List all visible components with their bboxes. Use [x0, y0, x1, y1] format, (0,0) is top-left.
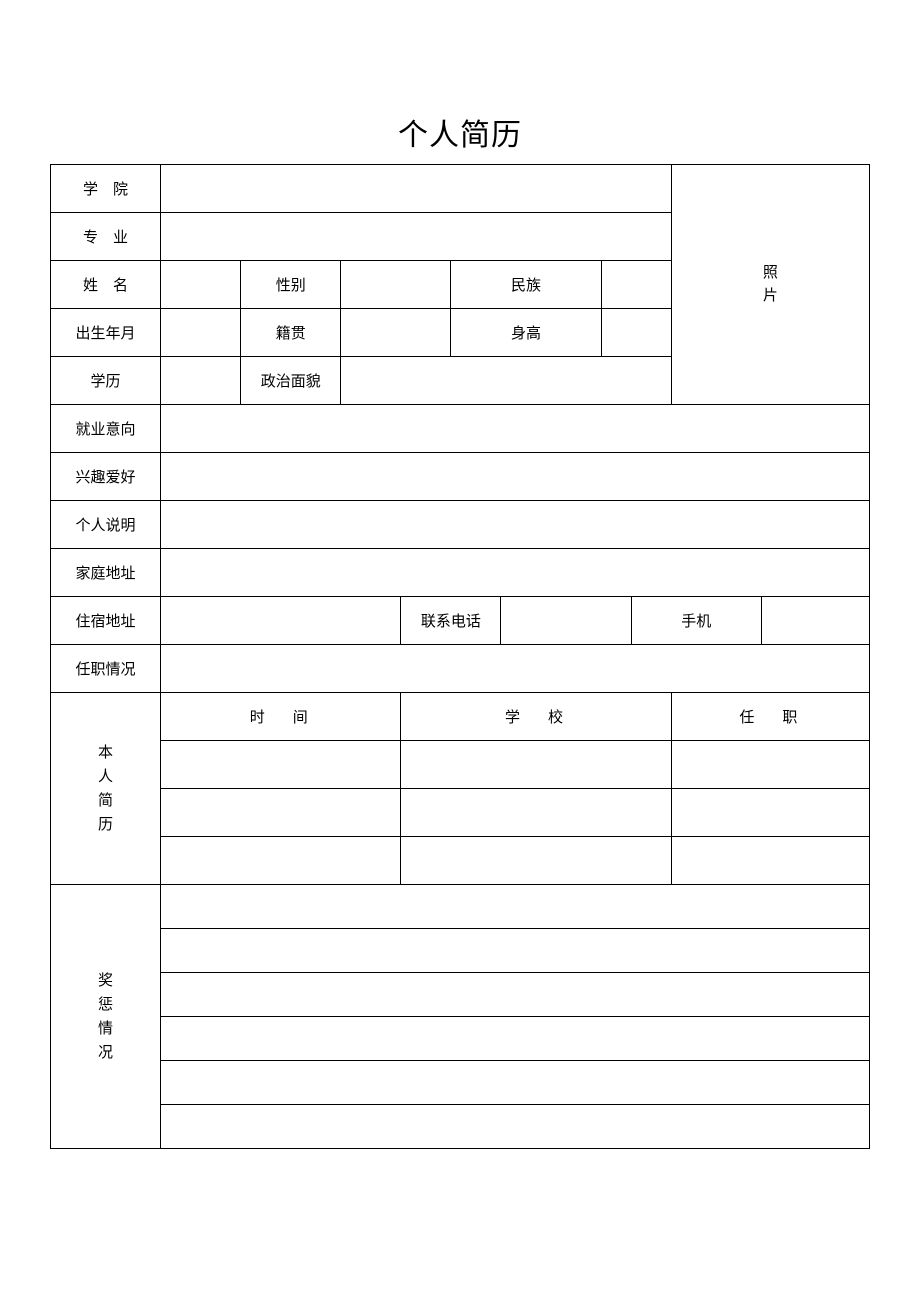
value-major — [161, 213, 672, 261]
photo-label-line2: 片 — [676, 285, 865, 308]
label-birth: 出生年月 — [51, 309, 161, 357]
rewards-label-line2: 惩 — [55, 993, 156, 1017]
label-rewards-punishment: 奖 惩 情 况 — [51, 885, 161, 1149]
photo-label-line1: 照 — [676, 262, 865, 285]
label-hobbies: 兴趣爱好 — [51, 453, 161, 501]
value-home-address — [161, 549, 870, 597]
history-header-school: 学校 — [401, 693, 671, 741]
history-row-time — [161, 837, 401, 885]
rewards-row — [161, 1105, 870, 1149]
label-gender: 性别 — [241, 261, 341, 309]
rewards-row — [161, 1017, 870, 1061]
history-row-post — [671, 789, 869, 837]
value-name — [161, 261, 241, 309]
history-row-time — [161, 741, 401, 789]
label-college: 学 院 — [51, 165, 161, 213]
history-row-post — [671, 741, 869, 789]
value-dorm-address — [161, 597, 401, 645]
rewards-row — [161, 929, 870, 973]
value-birth — [161, 309, 241, 357]
label-personal-history: 本 人 简 历 — [51, 693, 161, 885]
label-dorm-address: 住宿地址 — [51, 597, 161, 645]
rewards-label-line4: 况 — [55, 1041, 156, 1065]
value-hobbies — [161, 453, 870, 501]
value-native-place — [341, 309, 451, 357]
rewards-row — [161, 1061, 870, 1105]
history-row-post — [671, 837, 869, 885]
value-mobile — [761, 597, 869, 645]
value-gender — [341, 261, 451, 309]
label-phone: 联系电话 — [401, 597, 501, 645]
value-job-intention — [161, 405, 870, 453]
history-row-time — [161, 789, 401, 837]
photo-placeholder: 照 片 — [671, 165, 869, 405]
value-education — [161, 357, 241, 405]
history-header-post: 任职 — [671, 693, 869, 741]
history-row-school — [401, 741, 671, 789]
label-height: 身高 — [451, 309, 601, 357]
label-major: 专 业 — [51, 213, 161, 261]
value-positions-held — [161, 645, 870, 693]
rewards-label-line1: 奖 — [55, 969, 156, 993]
history-row-school — [401, 789, 671, 837]
value-phone — [501, 597, 631, 645]
history-header-time: 时间 — [161, 693, 401, 741]
history-label-line4: 历 — [55, 813, 156, 837]
history-row-school — [401, 837, 671, 885]
label-ethnicity: 民族 — [451, 261, 601, 309]
value-personal-desc — [161, 501, 870, 549]
label-political: 政治面貌 — [241, 357, 341, 405]
value-height — [601, 309, 671, 357]
label-name: 姓 名 — [51, 261, 161, 309]
history-label-line2: 人 — [55, 765, 156, 789]
label-personal-desc: 个人说明 — [51, 501, 161, 549]
value-ethnicity — [601, 261, 671, 309]
resume-table: 学 院 照 片 专 业 姓 名 性别 民族 出生年月 籍贯 身高 学历 政治面貌 — [50, 164, 870, 1149]
history-label-line3: 简 — [55, 789, 156, 813]
rewards-label-line3: 情 — [55, 1017, 156, 1041]
label-job-intention: 就业意向 — [51, 405, 161, 453]
rewards-row — [161, 885, 870, 929]
value-political — [341, 357, 671, 405]
label-native-place: 籍贯 — [241, 309, 341, 357]
value-college — [161, 165, 672, 213]
label-home-address: 家庭地址 — [51, 549, 161, 597]
history-label-line1: 本 — [55, 741, 156, 765]
label-positions-held: 任职情况 — [51, 645, 161, 693]
document-title: 个人简历 — [50, 110, 870, 154]
label-mobile: 手机 — [631, 597, 761, 645]
rewards-row — [161, 973, 870, 1017]
label-education: 学历 — [51, 357, 161, 405]
